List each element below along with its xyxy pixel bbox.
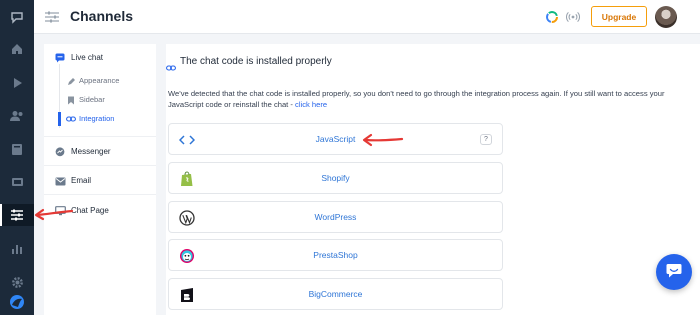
pencil-icon [65,75,77,87]
progress-ring-icon[interactable] [545,10,559,29]
chat-bubble-icon [54,52,66,64]
platform-label: PrestaShop [313,250,358,260]
submenu-label: Messenger [71,147,111,156]
gear-icon[interactable] [0,271,34,293]
platform-bigcommerce[interactable]: BigCommerce [168,278,503,310]
top-bar: Channels Upgrade [34,0,700,34]
platform-shopify[interactable]: Shopify [168,162,503,194]
submenu-label: Sidebar [79,95,105,104]
bookmark-icon [65,94,77,106]
submenu-label: Email [71,176,92,185]
chat-launcher-button[interactable] [656,254,692,290]
play-icon[interactable] [0,72,34,94]
avatar[interactable] [655,6,677,28]
click-here-link[interactable]: click here [295,100,327,109]
sliders-icon[interactable] [0,204,34,226]
users-icon[interactable] [0,105,34,127]
platform-label: BigCommerce [308,289,363,299]
chart-icon[interactable] [0,238,34,260]
main-panel: The chat code is installed properly We'v… [166,44,700,315]
active-indicator [58,112,61,126]
chat-bubble-icon [665,261,683,284]
description-text: We've detected that the chat code is ins… [168,88,696,110]
submenu-label: Integration [79,114,115,123]
platform-label: Shopify [321,173,350,183]
inbox-icon[interactable] [0,171,34,193]
platform-javascript[interactable]: JavaScript ? [168,123,503,155]
divider [44,136,156,137]
description-body: We've detected that the chat code is ins… [168,89,665,109]
upgrade-button[interactable]: Upgrade [591,6,647,27]
sliders-icon [44,10,60,29]
divider [44,194,156,195]
help-icon[interactable]: ? [480,134,492,145]
annotation-arrow-rail [34,208,74,221]
channels-submenu: Live chat Appearance Sidebar Integration… [44,44,156,315]
channels-logo-icon[interactable] [0,6,34,28]
submenu-label: Chat Page [71,206,109,215]
page-title: Channels [70,8,134,24]
section-heading: The chat code is installed properly [180,56,332,67]
platform-label: WordPress [314,212,357,222]
link-icon [65,113,77,125]
left-rail [0,0,34,315]
brand-logo-icon[interactable] [0,291,34,313]
divider [44,165,156,166]
messenger-icon [54,146,66,158]
home-icon[interactable] [0,38,34,60]
link-icon [166,59,176,77]
platform-label: JavaScript [315,134,356,144]
broadcast-icon[interactable] [566,10,580,29]
submenu-label: Appearance [79,76,120,85]
envelope-icon [54,175,66,187]
platform-prestashop[interactable]: PrestaShop [168,239,503,271]
submenu-label: Live chat [71,53,104,62]
book-icon[interactable] [0,138,34,160]
platform-wordpress[interactable]: WordPress [168,201,503,233]
annotation-arrow-javascript [362,133,404,147]
